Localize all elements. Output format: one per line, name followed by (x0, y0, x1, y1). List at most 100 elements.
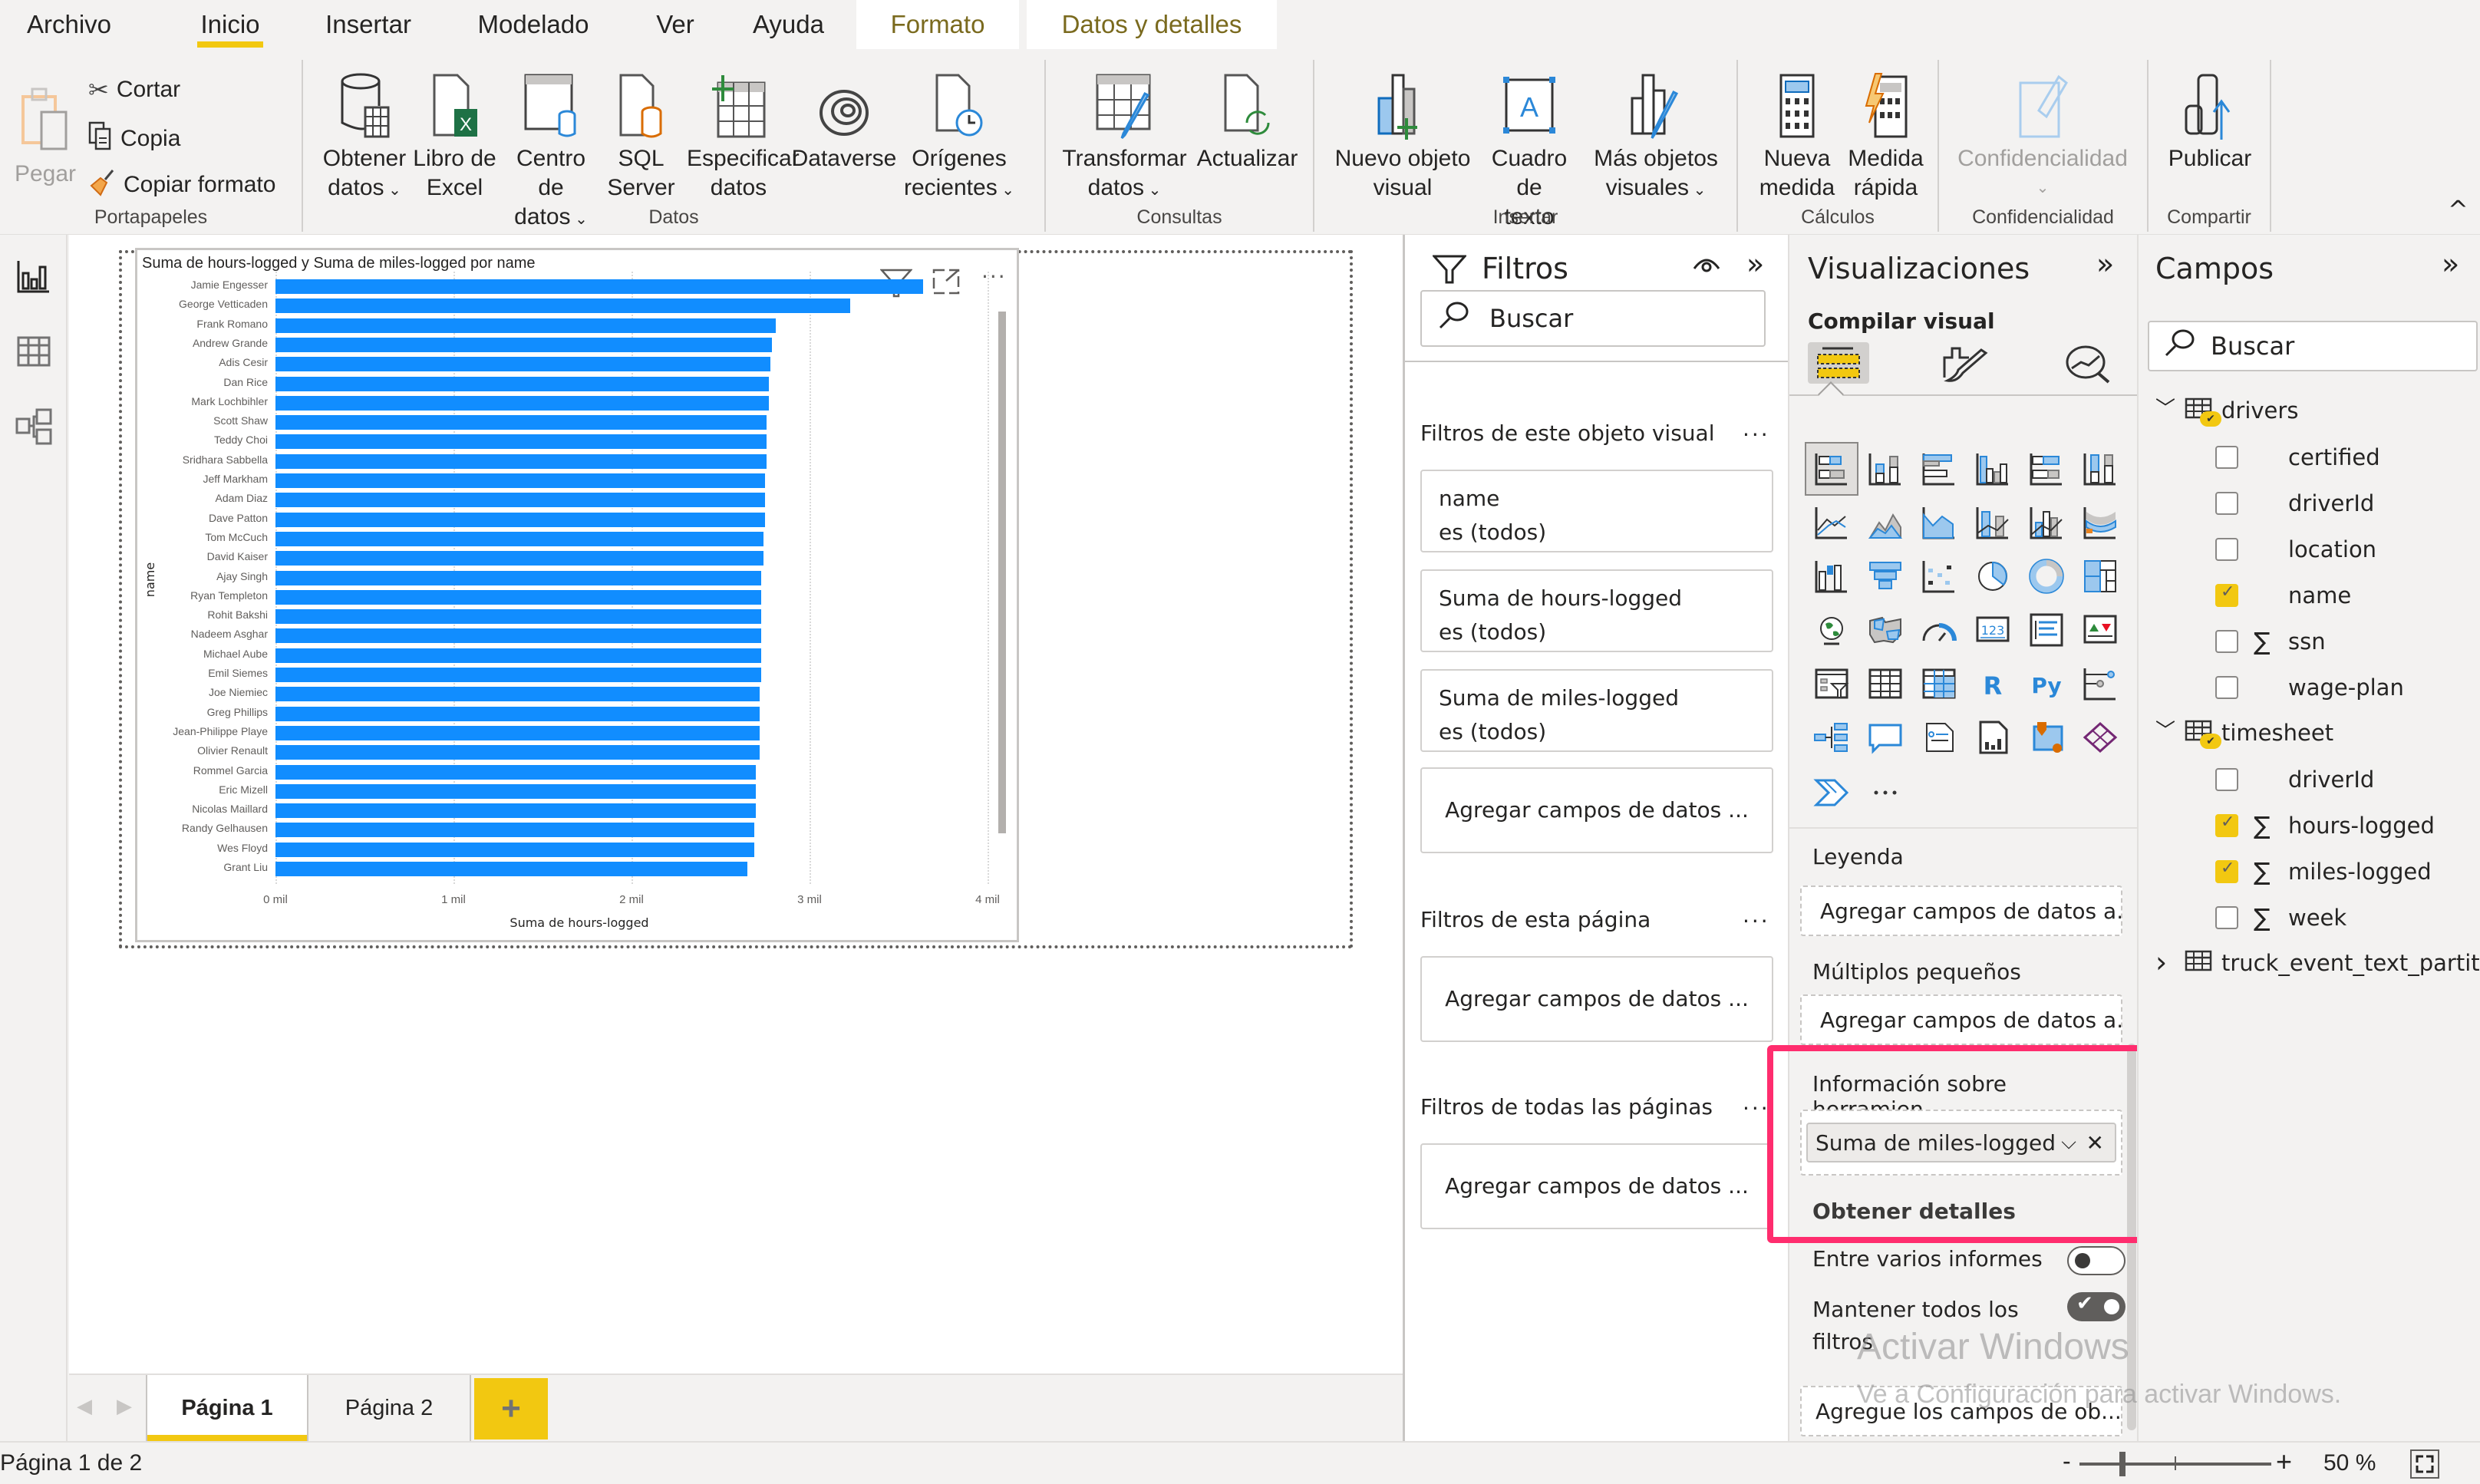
bar[interactable] (275, 725, 760, 740)
bar[interactable] (275, 745, 760, 760)
bar[interactable] (275, 395, 769, 411)
bar[interactable] (275, 434, 767, 450)
new-visual-button[interactable]: Nuevo objeto visual (1334, 71, 1472, 203)
zoom-slider-thumb[interactable] (2119, 1452, 2125, 1476)
collapse-ribbon-button[interactable]: ^ (2448, 195, 2468, 224)
cross-report-toggle[interactable] (2067, 1246, 2125, 1275)
bar[interactable] (275, 764, 757, 780)
filter-card-hours-logged[interactable]: Suma de hours-logged es (todos) (1420, 569, 1773, 652)
field-checkbox[interactable] (2215, 446, 2238, 469)
clustered-bar-chart-icon[interactable] (1912, 442, 1966, 496)
analytics-tab-icon[interactable] (2066, 345, 2112, 387)
all-pages-filters-add-well[interactable]: Agregar campos de datos ... (1420, 1143, 1773, 1229)
zoom-level[interactable]: 50 % (2323, 1450, 2376, 1476)
page-tab-2[interactable]: Página 2 (308, 1375, 471, 1441)
line-and-stacked-column-icon[interactable] (1966, 496, 2020, 549)
stacked-area-chart-icon[interactable] (1912, 496, 1966, 549)
zoom-in-button[interactable]: + (2276, 1446, 2292, 1478)
waterfall-chart-icon[interactable] (1805, 549, 1858, 603)
bar[interactable] (275, 279, 924, 294)
bar[interactable] (275, 842, 755, 857)
bar[interactable] (275, 357, 770, 372)
new-measure-button[interactable]: Nueva medida (1755, 71, 1839, 203)
donut-chart-icon[interactable] (2020, 549, 2073, 603)
slicer-icon[interactable] (1805, 657, 1858, 711)
quick-measure-button[interactable]: Medida rápida (1842, 71, 1930, 203)
data-view-icon[interactable] (15, 333, 52, 370)
transform-data-button[interactable]: Transformar datos ⌄ (1061, 71, 1188, 205)
power-automate-icon[interactable] (1805, 764, 1858, 818)
bar[interactable] (275, 337, 773, 352)
field-item[interactable]: wage-plan (2139, 665, 2480, 711)
all-pages-filters-more-icon[interactable]: ... (1743, 1090, 1770, 1115)
field-item[interactable]: location (2139, 526, 2480, 572)
fields-search-input[interactable]: Buscar (2148, 321, 2478, 371)
drillthrough-well[interactable]: Agregue los campos de ob... (1800, 1386, 2122, 1436)
add-page-button[interactable]: + (474, 1378, 548, 1439)
bar[interactable] (275, 570, 762, 585)
tab-ayuda[interactable]: Ayuda (740, 0, 836, 49)
enter-data-button[interactable]: Especificar datos (687, 71, 800, 203)
tab-formato[interactable]: Formato (856, 0, 1019, 49)
bar[interactable] (275, 687, 760, 702)
line-chart-icon[interactable] (1805, 496, 1858, 549)
table-icon[interactable] (1858, 657, 1912, 711)
pie-chart-icon[interactable] (1966, 549, 2020, 603)
clustered-column-chart-icon[interactable] (1966, 442, 2020, 496)
field-item[interactable]: ∑ hours-logged (2139, 803, 2480, 849)
chevron-down-icon[interactable]: ﹀ (2155, 715, 2175, 744)
bar[interactable] (275, 803, 757, 819)
100-stacked-bar-chart-icon[interactable] (2020, 442, 2073, 496)
funnel-chart-icon[interactable] (1858, 549, 1912, 603)
recent-sources-button[interactable]: Orígenes recientes ⌄ (902, 71, 1017, 205)
report-view-icon[interactable] (15, 258, 52, 295)
bar-chart-visual[interactable]: Suma de hours-logged y Suma de miles-log… (135, 248, 1019, 942)
page-filters-more-icon[interactable]: ... (1743, 902, 1770, 928)
field-item[interactable]: ∑ ssn (2139, 618, 2480, 665)
table-node[interactable]: › truck_event_text_partiti... (2139, 941, 2480, 987)
bar[interactable] (275, 668, 762, 682)
paste-button[interactable]: Pegar (11, 71, 80, 189)
field-checkbox[interactable] (2215, 768, 2238, 791)
bar[interactable] (275, 783, 757, 799)
field-checkbox[interactable] (2215, 859, 2238, 883)
zoom-slider[interactable] (2079, 1452, 2271, 1476)
bar[interactable] (275, 318, 776, 333)
bar[interactable] (275, 648, 762, 663)
tab-ver[interactable]: Ver (645, 0, 706, 49)
bar[interactable] (275, 628, 762, 644)
kpi-icon[interactable] (2073, 603, 2127, 657)
cut-button[interactable]: ✂ Cortar (88, 75, 180, 104)
multi-row-card-icon[interactable] (2020, 603, 2073, 657)
field-checkbox[interactable] (2215, 492, 2238, 515)
visual-scrollbar[interactable] (998, 312, 1006, 833)
power-apps-icon[interactable] (2073, 711, 2127, 764)
field-checkbox[interactable] (2215, 813, 2238, 837)
field-checkbox[interactable] (2215, 630, 2238, 653)
tab-datos-y-detalles[interactable]: Datos y detalles (1027, 0, 1277, 49)
field-item[interactable]: ∑ miles-logged (2139, 849, 2480, 895)
field-item[interactable]: driverId (2139, 480, 2480, 526)
tab-archivo[interactable]: Archivo (15, 0, 123, 49)
field-checkbox[interactable] (2215, 906, 2238, 929)
eye-icon[interactable] (1693, 255, 1720, 276)
build-fields-tab[interactable] (1808, 342, 1869, 384)
field-checkbox[interactable] (2215, 582, 2238, 607)
bar[interactable] (275, 453, 767, 469)
filter-card-name[interactable]: name es (todos) (1420, 470, 1773, 552)
map-icon[interactable] (1805, 603, 1858, 657)
r-script-visual-icon[interactable]: R (1966, 657, 2020, 711)
visual-filters-add-well[interactable]: Agregar campos de datos ... (1420, 767, 1773, 853)
format-painter-button[interactable]: Copiar formato (88, 167, 275, 203)
zoom-out-button[interactable]: - (2063, 1447, 2071, 1476)
more-visuals-button[interactable]: Más objetos visuales ⌄ (1587, 71, 1725, 205)
filled-map-icon[interactable] (1858, 603, 1912, 657)
filter-card-miles-logged[interactable]: Suma de miles-logged es (todos) (1420, 669, 1773, 752)
bar[interactable] (275, 551, 763, 566)
field-checkbox[interactable] (2215, 538, 2238, 561)
smart-narrative-icon[interactable] (1912, 711, 1966, 764)
tab-modelado[interactable]: Modelado (464, 0, 602, 49)
stacked-bar-chart-icon[interactable] (1805, 442, 1858, 496)
table-node[interactable]: ﹀ ✔ drivers (2139, 388, 2480, 434)
sql-server-button[interactable]: SQL Server (601, 71, 681, 203)
